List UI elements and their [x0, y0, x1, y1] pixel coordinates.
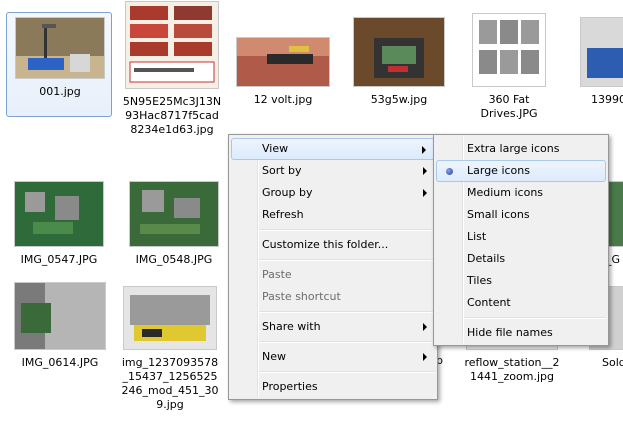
file-name: 5N95E25Mc3J13N93Hac8717f5cad8234e1d63.jp…	[122, 95, 222, 136]
file-name: IMG_0548.JPG	[135, 253, 213, 266]
file-name: IMG_0547.JPG	[20, 253, 98, 266]
file-001[interactable]: 001.jpg	[6, 12, 112, 117]
view-submenu: Extra large icons Large icons Medium ico…	[433, 134, 609, 346]
file-name: 53g5w.jpg	[370, 93, 428, 106]
file-53g5w[interactable]: 53g5w.jpg	[349, 18, 449, 107]
thumbnail-001	[16, 18, 104, 78]
file-p-partial[interactable]: p	[436, 354, 456, 368]
file-name: Sold	[602, 356, 623, 369]
file-name: reflow_station__21441_zoom.jpg	[464, 356, 560, 383]
menu-item-customize-folder[interactable]: Customize this folder...	[231, 234, 435, 256]
view-extra-large-icons[interactable]: Extra large icons	[436, 138, 606, 160]
menu-item-label: New	[262, 350, 286, 363]
radio-bullet-icon	[446, 168, 453, 175]
thumbnail-img-0547	[15, 182, 103, 246]
file-name: 001.jpg	[39, 85, 81, 98]
view-small-icons[interactable]: Small icons	[436, 204, 606, 226]
file-img-1237093578[interactable]: img_1237093578_15437_1256525246_mod_451_…	[120, 287, 220, 412]
file-name: img_1237093578_15437_1256525246_mod_451_…	[121, 356, 219, 411]
menu-item-label: View	[262, 142, 289, 155]
menu-item-label: Details	[467, 252, 506, 265]
menu-item-paste-shortcut: Paste shortcut	[231, 286, 435, 308]
thumbnail-img-0548	[130, 182, 218, 246]
menu-item-label: Properties	[262, 380, 318, 393]
menu-item-label: Tiles	[467, 274, 492, 287]
menu-separator	[259, 229, 435, 231]
submenu-arrow-icon	[423, 323, 427, 331]
menu-item-label: Sort by	[262, 164, 302, 177]
file-img-0547[interactable]: IMG_0547.JPG	[9, 182, 109, 267]
menu-item-sort-by[interactable]: Sort by	[231, 160, 435, 182]
file-name: IMG_0614.JPG	[21, 356, 99, 369]
view-tiles[interactable]: Tiles	[436, 270, 606, 292]
file-name: 360 Fat Drives.JPG	[480, 93, 538, 120]
view-details[interactable]: Details	[436, 248, 606, 270]
file-img-0614[interactable]: IMG_0614.JPG	[10, 283, 110, 370]
thumbnail-13990	[581, 18, 623, 86]
file-name: p	[436, 354, 443, 367]
menu-separator	[259, 341, 435, 343]
menu-item-new[interactable]: New	[231, 346, 435, 368]
menu-separator	[259, 371, 435, 373]
menu-item-label: Paste	[262, 268, 292, 281]
thumbnail-360-fat-drives	[473, 14, 545, 86]
menu-item-group-by[interactable]: Group by	[231, 182, 435, 204]
view-content[interactable]: Content	[436, 292, 606, 314]
menu-item-paste: Paste	[231, 264, 435, 286]
menu-item-label: Small icons	[467, 208, 530, 221]
menu-separator	[259, 311, 435, 313]
file-12-volt[interactable]: 12 volt.jpg	[233, 38, 333, 107]
menu-item-properties[interactable]: Properties	[231, 376, 435, 398]
menu-item-label: Content	[467, 296, 511, 309]
menu-item-refresh[interactable]: Refresh	[231, 204, 435, 226]
menu-item-label: Extra large icons	[467, 142, 560, 155]
menu-item-label: Hide file names	[467, 326, 553, 339]
file-name: 12 volt.jpg	[253, 93, 313, 106]
file-5n95[interactable]: 5N95E25Mc3J13N93Hac8717f5cad8234e1d63.jp…	[122, 2, 222, 137]
menu-item-label: Paste shortcut	[262, 290, 341, 303]
view-list[interactable]: List	[436, 226, 606, 248]
menu-item-view[interactable]: View	[231, 138, 435, 160]
menu-item-label: Medium icons	[467, 186, 544, 199]
menu-item-share-with[interactable]: Share with	[231, 316, 435, 338]
thumbnail-12-volt	[237, 38, 329, 86]
file-13990[interactable]: 13990	[573, 18, 623, 107]
view-large-icons[interactable]: Large icons	[436, 160, 606, 182]
view-hide-file-names[interactable]: Hide file names	[436, 322, 606, 344]
submenu-arrow-icon	[423, 189, 427, 197]
submenu-arrow-icon	[422, 146, 426, 154]
menu-item-label: Group by	[262, 186, 313, 199]
menu-item-label: Share with	[262, 320, 321, 333]
thumbnail-img-0614	[15, 283, 105, 349]
menu-separator	[259, 259, 435, 261]
view-medium-icons[interactable]: Medium icons	[436, 182, 606, 204]
submenu-arrow-icon	[423, 167, 427, 175]
thumbnail-53g5w	[354, 18, 444, 86]
submenu-arrow-icon	[423, 353, 427, 361]
thumbnail-5n95	[126, 2, 218, 88]
menu-item-label: Customize this folder...	[262, 238, 389, 251]
thumbnail-img-1237093578	[124, 287, 216, 349]
context-menu: View Sort by Group by Refresh Customize …	[228, 134, 438, 400]
file-name: 13990	[591, 93, 623, 106]
menu-item-label: Refresh	[262, 208, 304, 221]
menu-separator	[464, 317, 606, 319]
menu-item-label: Large icons	[467, 164, 530, 177]
file-img-0548[interactable]: IMG_0548.JPG	[124, 182, 224, 267]
file-360-fat-drives[interactable]: 360 Fat Drives.JPG	[459, 14, 559, 121]
menu-item-label: List	[467, 230, 487, 243]
